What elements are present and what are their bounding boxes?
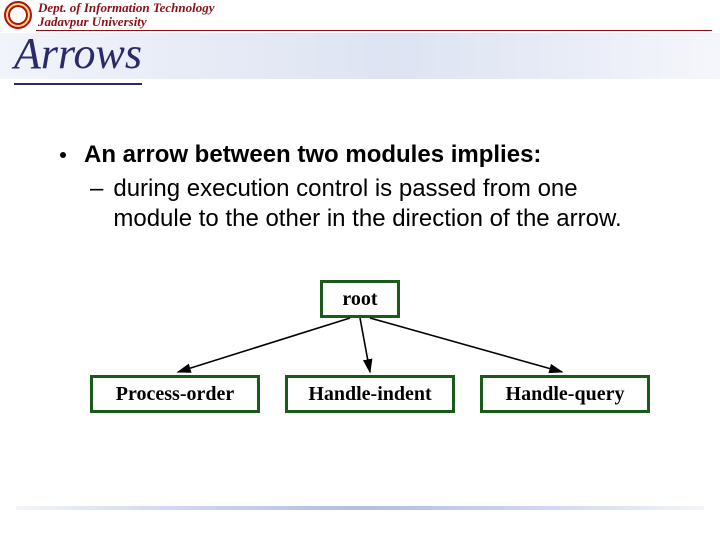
slide-title: Arrows: [14, 28, 142, 85]
slide-header: Dept. of Information Technology Jadavpur…: [0, 0, 720, 30]
slide: Dept. of Information Technology Jadavpur…: [0, 0, 720, 540]
footer-divider: [16, 506, 704, 510]
module-diagram: root Process-order Handle-indent Handle-…: [70, 280, 640, 440]
header-line-1: Dept. of Information Technology: [38, 1, 214, 15]
bullet-text-sub: during execution control is passed from …: [113, 174, 633, 234]
dash-icon: –: [90, 174, 103, 234]
university-logo-icon: [4, 1, 32, 29]
bullet-dot-icon: [60, 152, 66, 158]
slide-body: An arrow between two modules implies: – …: [60, 140, 680, 234]
header-line-2: Jadavpur University: [38, 15, 214, 29]
bullet-level-2: – during execution control is passed fro…: [90, 174, 680, 234]
bullet-text-main: An arrow between two modules implies:: [84, 140, 541, 170]
diagram-arrows-svg: [70, 280, 640, 440]
bullet-level-1: An arrow between two modules implies:: [60, 140, 680, 170]
header-text: Dept. of Information Technology Jadavpur…: [38, 1, 214, 28]
